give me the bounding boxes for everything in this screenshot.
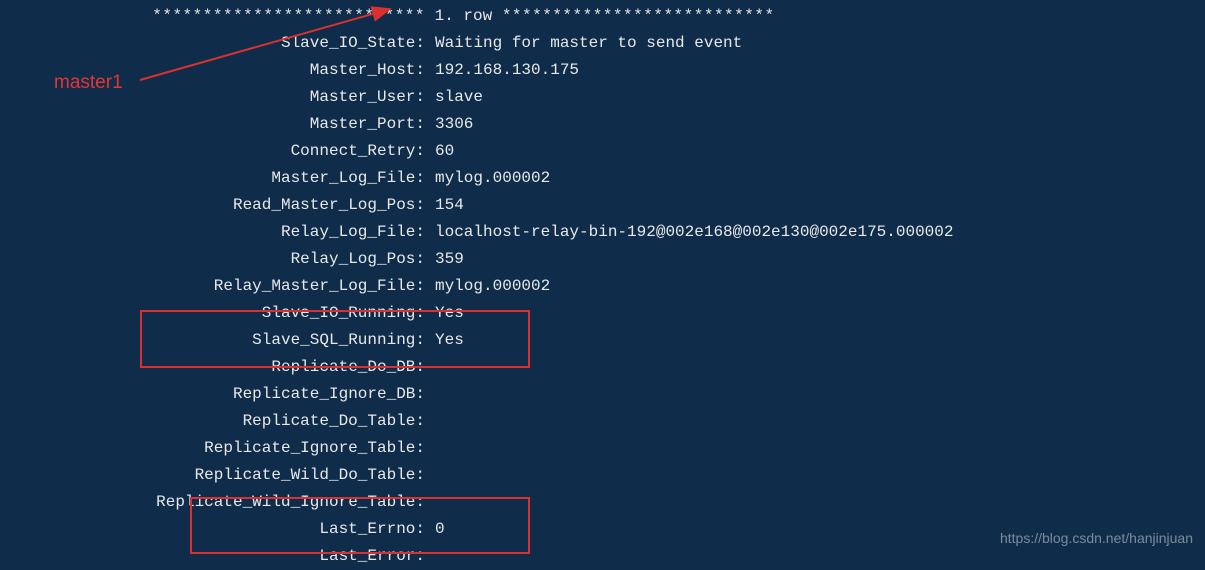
status-row: Read_Master_Log_Pos:154: [0, 192, 1205, 219]
field-value: 192.168.130.175: [425, 57, 579, 84]
field-value: mylog.000002: [425, 273, 550, 300]
field-value: 3306: [425, 111, 473, 138]
field-label: Replicate_Do_Table:: [0, 408, 425, 435]
field-label: Replicate_Ignore_Table:: [0, 435, 425, 462]
header-label: 1. row: [425, 3, 502, 30]
field-value: [425, 408, 435, 435]
field-value: 154: [425, 192, 464, 219]
field-value: localhost-relay-bin-192@002e168@002e130@…: [425, 219, 953, 246]
highlight-box-error: [190, 497, 530, 554]
field-label: Relay_Log_File:: [0, 219, 425, 246]
field-label: Master_Log_File:: [0, 165, 425, 192]
field-label: Read_Master_Log_Pos:: [0, 192, 425, 219]
field-label: Relay_Log_Pos:: [0, 246, 425, 273]
field-value: 359: [425, 246, 464, 273]
field-value: 60: [425, 138, 454, 165]
field-value: Waiting for master to send event: [425, 30, 742, 57]
field-value: slave: [425, 84, 483, 111]
field-label: Relay_Master_Log_File:: [0, 273, 425, 300]
status-row: Relay_Log_File:localhost-relay-bin-192@0…: [0, 219, 1205, 246]
status-row: Connect_Retry:60: [0, 138, 1205, 165]
field-label: Connect_Retry:: [0, 138, 425, 165]
arrow-icon: [130, 0, 410, 95]
status-row: Replicate_Wild_Do_Table:: [0, 462, 1205, 489]
field-label: Master_Port:: [0, 111, 425, 138]
status-row: Replicate_Do_Table:: [0, 408, 1205, 435]
field-value: [425, 462, 435, 489]
highlight-box-running: [140, 310, 530, 368]
status-row: Replicate_Ignore_DB:: [0, 381, 1205, 408]
field-label: Replicate_Wild_Do_Table:: [0, 462, 425, 489]
status-row: Replicate_Wild_Ignore_Table:: [0, 489, 1205, 516]
field-label: Replicate_Ignore_DB:: [0, 381, 425, 408]
status-row: Master_Port:3306: [0, 111, 1205, 138]
status-row: Master_Log_File:mylog.000002: [0, 165, 1205, 192]
status-row: Replicate_Ignore_Table:: [0, 435, 1205, 462]
status-row: Last_Error:: [0, 543, 1205, 570]
annotation-label: master1: [54, 72, 123, 94]
field-value: mylog.000002: [425, 165, 550, 192]
status-row: Relay_Log_Pos:359: [0, 246, 1205, 273]
field-value: [425, 435, 435, 462]
watermark: https://blog.csdn.net/hanjinjuan: [1000, 530, 1193, 546]
stars-right: ***************************: [502, 3, 775, 30]
status-row: Relay_Master_Log_File:mylog.000002: [0, 273, 1205, 300]
field-value: [425, 381, 435, 408]
